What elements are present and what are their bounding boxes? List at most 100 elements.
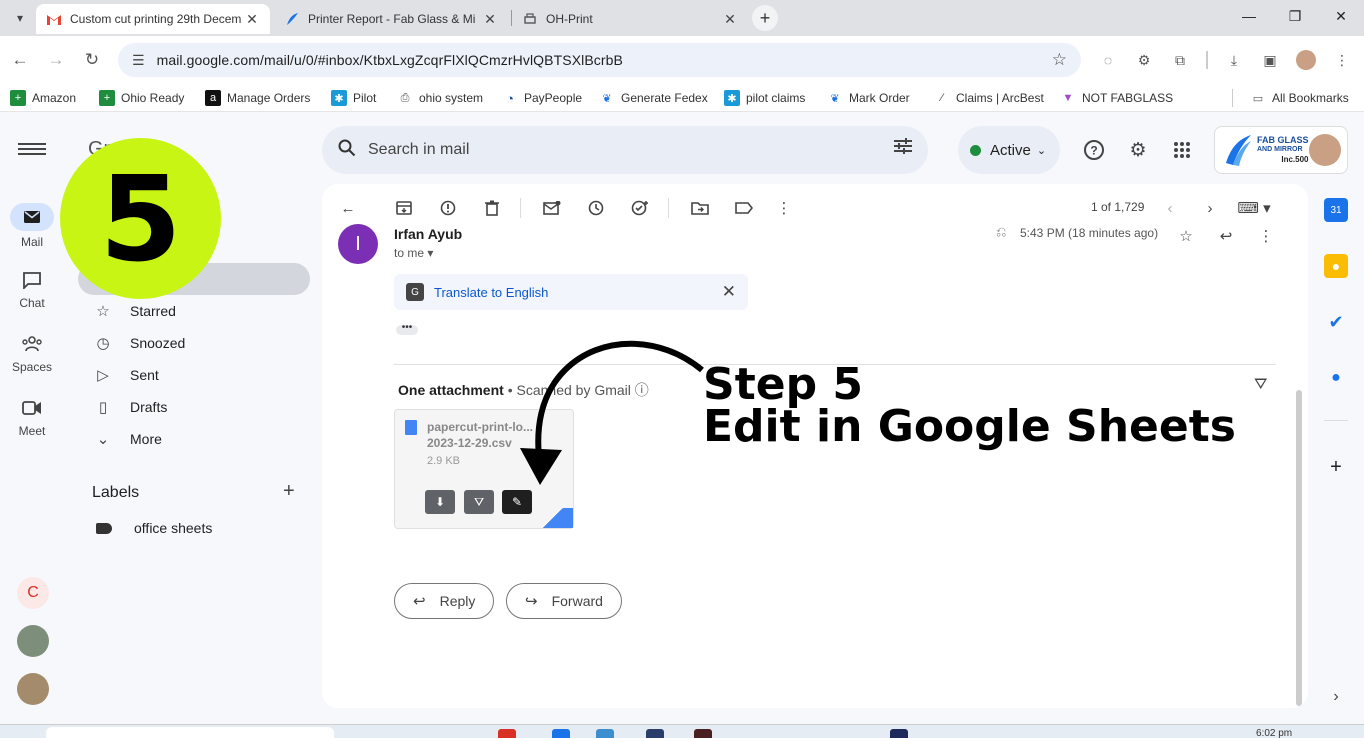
more-menu-icon[interactable]: ⋮ (1332, 50, 1352, 70)
nav-item-more[interactable]: ⌄ More (92, 423, 162, 455)
archive-icon[interactable] (392, 196, 416, 220)
nav-item-snoozed[interactable]: ◷ Snoozed (92, 327, 185, 359)
translate-link[interactable]: Translate to English (434, 285, 548, 300)
forward-icon[interactable]: → (44, 48, 68, 72)
bookmark-ohio-system[interactable]: ⎙ ohio system (397, 89, 483, 107)
taskbar-app-icon[interactable] (552, 729, 570, 738)
taskbar-search[interactable] (46, 727, 334, 738)
bookmark-not-fabglass[interactable]: ▼ NOT FABGLASS (1060, 89, 1174, 107)
close-tab-icon[interactable]: ✕ (244, 11, 260, 28)
search-mail-bar[interactable]: Search in mail (322, 126, 928, 174)
main-menu-icon[interactable] (18, 140, 46, 160)
settings-gear-icon[interactable]: ⚙ (1126, 138, 1150, 162)
new-tab-button[interactable]: + (752, 5, 778, 31)
sender-name[interactable]: Irfan Ayub (394, 226, 462, 242)
more-options-icon[interactable]: ⋮ (1254, 224, 1278, 248)
account-avatar[interactable] (1309, 134, 1341, 166)
nav-item-drafts[interactable]: ▯ Drafts (92, 391, 167, 423)
calendar-icon[interactable]: 31 (1324, 198, 1348, 222)
rail-spaces[interactable]: Spaces (0, 332, 64, 374)
contact-avatar[interactable] (17, 673, 49, 705)
bookmark-manage-orders[interactable]: a Manage Orders (205, 89, 310, 107)
search-icon[interactable] (338, 139, 356, 162)
move-to-folder-icon[interactable] (688, 196, 712, 220)
rail-meet[interactable]: Meet (0, 396, 64, 438)
contact-avatar[interactable]: C (17, 577, 49, 609)
minimize-icon[interactable]: — (1226, 8, 1272, 24)
account-switcher[interactable]: FAB GLASS AND MIRROR Inc.500 (1214, 126, 1348, 174)
add-to-drive-icon[interactable]: ⛛ (1254, 376, 1267, 394)
bookmark-pilot[interactable]: ✱ Pilot (331, 89, 376, 107)
bookmark-amazon[interactable]: + Amazon (10, 89, 76, 107)
sender-avatar[interactable]: I (338, 224, 378, 264)
bookmark-paypeople[interactable]: ◔ PayPeople (502, 89, 582, 107)
tab-search-icon[interactable]: ▾ (8, 6, 32, 30)
contacts-icon[interactable]: ● (1324, 366, 1348, 390)
close-window-icon[interactable]: ✕ (1318, 8, 1364, 25)
address-bar[interactable]: ☰ mail.google.com/mail/u/0/#inbox/KtbxLx… (118, 43, 1081, 77)
status-selector[interactable]: Active ⌄ (958, 126, 1060, 174)
taskbar-app-icon[interactable] (694, 729, 712, 738)
bookmark-claims-arcbest[interactable]: ⁄ Claims | ArcBest (934, 89, 1044, 107)
reply-icon[interactable]: ↩ (1214, 224, 1238, 248)
add-label-button[interactable]: + (283, 480, 295, 503)
tab-oh-print[interactable]: OH-Print ✕ (512, 4, 748, 34)
input-tools-keyboard-icon[interactable]: ⌨ ▾ (1234, 196, 1274, 220)
reply-button[interactable]: ↩ Reply (394, 583, 495, 619)
get-addons-plus-icon[interactable]: + (1324, 455, 1348, 479)
bookmark-pilot-claims[interactable]: ✱ pilot claims (724, 89, 805, 107)
close-tab-icon[interactable]: ✕ (722, 11, 738, 28)
extensions-puzzle-icon[interactable]: ⧉ (1170, 50, 1190, 70)
bookmark-mark-order[interactable]: ❦ Mark Order (827, 89, 909, 107)
recipient-details[interactable]: to me ▾ (394, 246, 433, 260)
newer-chevron-icon[interactable]: ‹ (1158, 196, 1182, 220)
rail-mail[interactable]: Mail (0, 203, 64, 249)
extension-icon[interactable]: ◌ (1098, 50, 1118, 70)
extension-icon[interactable]: ⚙ (1134, 50, 1154, 70)
keep-icon[interactable]: ● (1324, 254, 1348, 278)
contact-avatar[interactable] (17, 625, 49, 657)
side-panel-icon[interactable]: ▣ (1260, 50, 1280, 70)
tab-printer-report[interactable]: Printer Report - Fab Glass & Mi ✕ (274, 4, 508, 34)
more-actions-icon[interactable]: ⋮ (772, 196, 796, 220)
label-icon[interactable] (732, 196, 756, 220)
older-chevron-icon[interactable]: › (1198, 196, 1222, 220)
nav-item-starred[interactable]: ☆ Starred (92, 295, 176, 327)
taskbar-app-icon[interactable] (498, 729, 516, 738)
site-info-icon[interactable]: ☰ (132, 52, 145, 69)
tab-gmail[interactable]: Custom cut printing 29th Decem ✕ (36, 4, 270, 34)
show-trimmed-content-button[interactable]: ••• (396, 323, 418, 335)
help-icon[interactable]: ? (1082, 138, 1106, 162)
close-icon[interactable]: ✕ (722, 282, 736, 302)
email-scrollbar[interactable] (1296, 390, 1302, 706)
report-spam-icon[interactable] (436, 196, 460, 220)
bookmark-generate-fedex[interactable]: ❦ Generate Fedex (599, 89, 707, 107)
tasks-icon[interactable]: ✔ (1324, 310, 1348, 334)
snooze-clock-icon[interactable] (584, 196, 608, 220)
label-office-sheets[interactable]: office sheets (92, 520, 212, 536)
taskbar-app-icon[interactable] (646, 729, 664, 738)
search-options-icon[interactable] (894, 138, 912, 159)
add-to-tasks-icon[interactable] (628, 196, 652, 220)
star-icon[interactable]: ☆ (1174, 224, 1198, 248)
download-icon[interactable]: ⬇ (425, 490, 455, 514)
profile-avatar[interactable] (1296, 50, 1316, 70)
back-icon[interactable]: ← (8, 48, 32, 72)
downloads-icon[interactable]: ⤓ (1224, 50, 1244, 70)
taskbar-app-icon[interactable] (890, 729, 908, 738)
reload-icon[interactable]: ↻ (80, 48, 104, 72)
restore-icon[interactable]: ❐ (1272, 8, 1318, 25)
rail-chat[interactable]: Chat (0, 268, 64, 310)
nav-item-sent[interactable]: ▷ Sent (92, 359, 159, 391)
close-tab-icon[interactable]: ✕ (482, 11, 498, 28)
add-to-drive-icon[interactable]: ⛛ (464, 490, 494, 514)
bookmark-star-icon[interactable]: ☆ (1052, 50, 1067, 70)
edit-pencil-icon[interactable]: ✎ (502, 490, 532, 514)
back-to-inbox-icon[interactable]: ← (336, 196, 360, 220)
hide-side-panel-chevron-icon[interactable]: › (1324, 685, 1348, 709)
taskbar-app-icon[interactable] (596, 729, 614, 738)
all-bookmarks[interactable]: ▭ All Bookmarks (1250, 89, 1349, 107)
apps-grid-icon[interactable] (1170, 138, 1194, 162)
delete-trash-icon[interactable] (480, 196, 504, 220)
bookmark-ohio-ready[interactable]: + Ohio Ready (99, 89, 184, 107)
